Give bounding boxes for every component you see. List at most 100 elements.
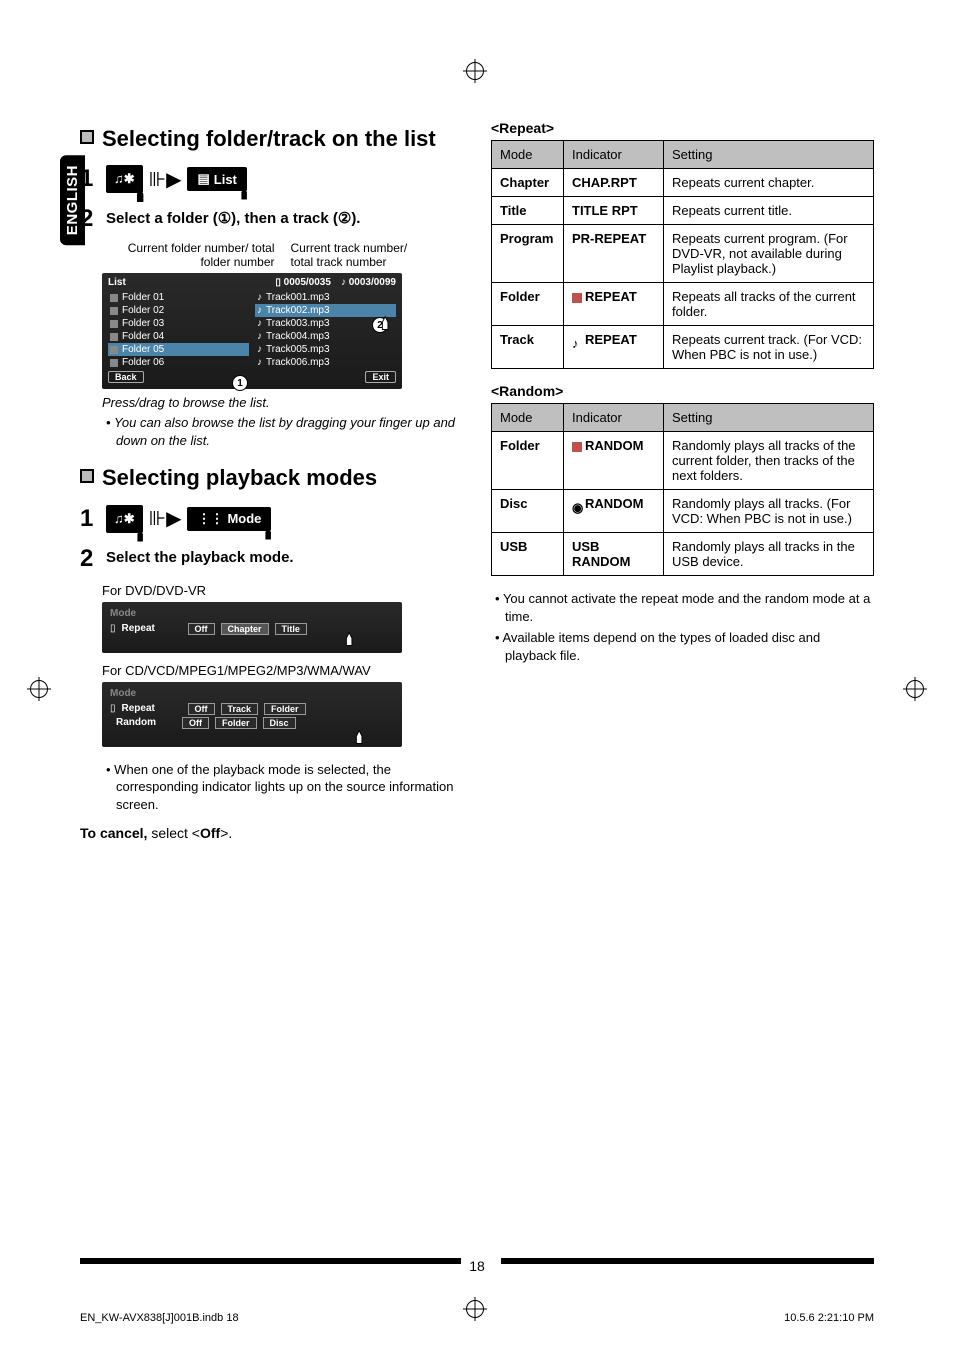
note-icon bbox=[572, 336, 582, 346]
list-item: ♪ Track004.mp3 bbox=[255, 330, 396, 343]
language-tab: ENGLISH bbox=[60, 155, 85, 245]
back-button[interactable]: Back bbox=[108, 371, 144, 383]
tap-hand-icon bbox=[376, 313, 398, 335]
caption-track-number: total track number bbox=[291, 255, 464, 269]
table-row: USB USB RANDOM Randomly plays all tracks… bbox=[492, 533, 874, 576]
caption-folder-number: Current folder number/ total bbox=[102, 241, 275, 255]
mode-panel-title: Mode bbox=[110, 608, 394, 619]
music-settings-button[interactable]: ♫✱ bbox=[106, 165, 143, 193]
folder-counter: 0005/0035 bbox=[284, 277, 331, 288]
list-item: ♪ Track005.mp3 bbox=[255, 343, 396, 356]
mode-option[interactable]: Chapter bbox=[221, 623, 269, 635]
subheading: For DVD/DVD-VR bbox=[102, 583, 463, 598]
mode-option[interactable]: Folder bbox=[215, 717, 257, 729]
mode-option[interactable]: Off bbox=[188, 623, 215, 635]
random-table: Mode Indicator Setting Folder RANDOM Ran… bbox=[491, 403, 874, 576]
music-settings-button[interactable]: ♫✱ bbox=[106, 505, 143, 533]
mode-row-label: Random bbox=[116, 717, 176, 728]
folder-list[interactable]: Folder 01 Folder 02 Folder 03 Folder 04 … bbox=[108, 291, 249, 369]
page-number: 18 bbox=[462, 1258, 492, 1274]
mode-option[interactable]: Disc bbox=[263, 717, 296, 729]
subheading: For CD/VCD/MPEG1/MPEG2/MP3/WMA/WAV bbox=[102, 663, 463, 678]
registration-mark-icon bbox=[466, 62, 484, 80]
disc-icon bbox=[572, 500, 582, 510]
table-row: Track REPEAT Repeats current track. (For… bbox=[492, 326, 874, 369]
mode-option[interactable]: Title bbox=[275, 623, 307, 635]
list-button[interactable]: ▤ List bbox=[187, 167, 246, 191]
table-row: Folder RANDOM Randomly plays all tracks … bbox=[492, 432, 874, 490]
folder-icon bbox=[572, 293, 582, 303]
list-item: Folder 01 bbox=[108, 291, 249, 304]
table-row: Chapter CHAP.RPT Repeats current chapter… bbox=[492, 169, 874, 197]
exit-button[interactable]: Exit bbox=[365, 371, 396, 383]
tap-hand-icon bbox=[235, 183, 257, 205]
tap-hand-icon bbox=[350, 727, 372, 749]
mode-button-label: Mode bbox=[227, 511, 261, 526]
mode-option[interactable]: Off bbox=[188, 703, 215, 715]
tap-hand-icon bbox=[131, 185, 153, 207]
list-item: ♪ Track002.mp3 bbox=[255, 304, 396, 317]
registration-mark-icon bbox=[906, 680, 924, 698]
table-heading-repeat: <Repeat> bbox=[491, 120, 874, 136]
mode-option[interactable]: Folder bbox=[264, 703, 306, 715]
section-marker-icon bbox=[80, 469, 94, 483]
table-row: Folder REPEAT Repeats all tracks of the … bbox=[492, 283, 874, 326]
tap-hand-icon bbox=[259, 523, 281, 545]
mode-option[interactable]: Track bbox=[221, 703, 259, 715]
list-item: Folder 04 bbox=[108, 330, 249, 343]
table-row: Title TITLE RPT Repeats current title. bbox=[492, 197, 874, 225]
registration-mark-icon bbox=[30, 680, 48, 698]
mode-panel-title: Mode bbox=[110, 688, 394, 699]
list-button-label: List bbox=[214, 172, 237, 187]
track-counter: 0003/0099 bbox=[349, 277, 396, 288]
note-text: When one of the playback mode is selecte… bbox=[116, 761, 463, 814]
list-item: Folder 05 bbox=[108, 343, 249, 356]
mode-panel-cd[interactable]: Mode ▯ Repeat Off Track Folder Random Of… bbox=[102, 682, 402, 747]
left-column: Selecting folder/track on the list 1 ♫✱ … bbox=[80, 120, 463, 841]
tap-hand-icon bbox=[340, 629, 362, 651]
heading-select-folder-track: Selecting folder/track on the list bbox=[102, 126, 436, 151]
table-row: Program PR-REPEAT Repeats current progra… bbox=[492, 225, 874, 283]
table-header: Indicator bbox=[564, 141, 664, 169]
step-number: 2 bbox=[80, 545, 100, 573]
mode-row-label: Repeat bbox=[122, 703, 182, 714]
caption-folder-number: folder number bbox=[102, 255, 275, 269]
table-header: Mode bbox=[492, 404, 564, 432]
arrow-right-icon: ⊪▶ bbox=[149, 167, 182, 192]
cancel-instruction: To cancel, select <Off>. bbox=[80, 825, 463, 841]
print-footer-right: 10.5.6 2:21:10 PM bbox=[784, 1312, 874, 1324]
note-text: Available items depend on the types of l… bbox=[505, 629, 874, 664]
note-text: You can also browse the list by dragging… bbox=[116, 414, 463, 449]
list-panel[interactable]: List ▯ 0005/0035 ♪ 0003/0099 Folder 01 F… bbox=[102, 273, 402, 389]
mode-panel-dvd[interactable]: Mode ▯ Repeat Off Chapter Title bbox=[102, 602, 402, 653]
step-text: Select a folder (①), then a track (②). bbox=[106, 205, 360, 227]
table-row: Disc RANDOM Randomly plays all tracks. (… bbox=[492, 490, 874, 533]
table-heading-random: <Random> bbox=[491, 383, 874, 399]
list-item: Folder 06 bbox=[108, 356, 249, 369]
note-text: You cannot activate the repeat mode and … bbox=[505, 590, 874, 625]
mode-button[interactable]: ⋮⋮ Mode bbox=[187, 507, 271, 531]
repeat-table: Mode Indicator Setting Chapter CHAP.RPT … bbox=[491, 140, 874, 369]
print-footer: EN_KW-AVX838[J]001B.indb 18 10.5.6 2:21:… bbox=[80, 1312, 874, 1324]
heading-playback-modes: Selecting playback modes bbox=[102, 465, 377, 490]
section-marker-icon bbox=[80, 130, 94, 144]
folder-icon bbox=[572, 442, 582, 452]
caption-row: Current folder number/ total folder numb… bbox=[102, 241, 463, 269]
table-header: Setting bbox=[664, 141, 874, 169]
print-footer-left: EN_KW-AVX838[J]001B.indb 18 bbox=[80, 1312, 239, 1324]
arrow-right-icon: ⊪▶ bbox=[149, 506, 182, 531]
mode-option[interactable]: Off bbox=[182, 717, 209, 729]
note-text: Press/drag to browse the list. bbox=[102, 395, 463, 410]
callout-1-icon: 1 bbox=[232, 375, 248, 391]
list-item: ♪ Track006.mp3 bbox=[255, 356, 396, 369]
list-item: Folder 03 bbox=[108, 317, 249, 330]
caption-track-number: Current track number/ bbox=[291, 241, 464, 255]
step-text: Select the playback mode. bbox=[106, 545, 294, 566]
mode-row-label: Repeat bbox=[122, 623, 182, 634]
tap-hand-icon bbox=[131, 525, 153, 547]
right-column: <Repeat> Mode Indicator Setting Chapter … bbox=[491, 120, 874, 841]
list-panel-title: List bbox=[108, 277, 126, 288]
step-number: 1 bbox=[80, 505, 100, 533]
table-header: Setting bbox=[664, 404, 874, 432]
list-item: ♪ Track001.mp3 bbox=[255, 291, 396, 304]
